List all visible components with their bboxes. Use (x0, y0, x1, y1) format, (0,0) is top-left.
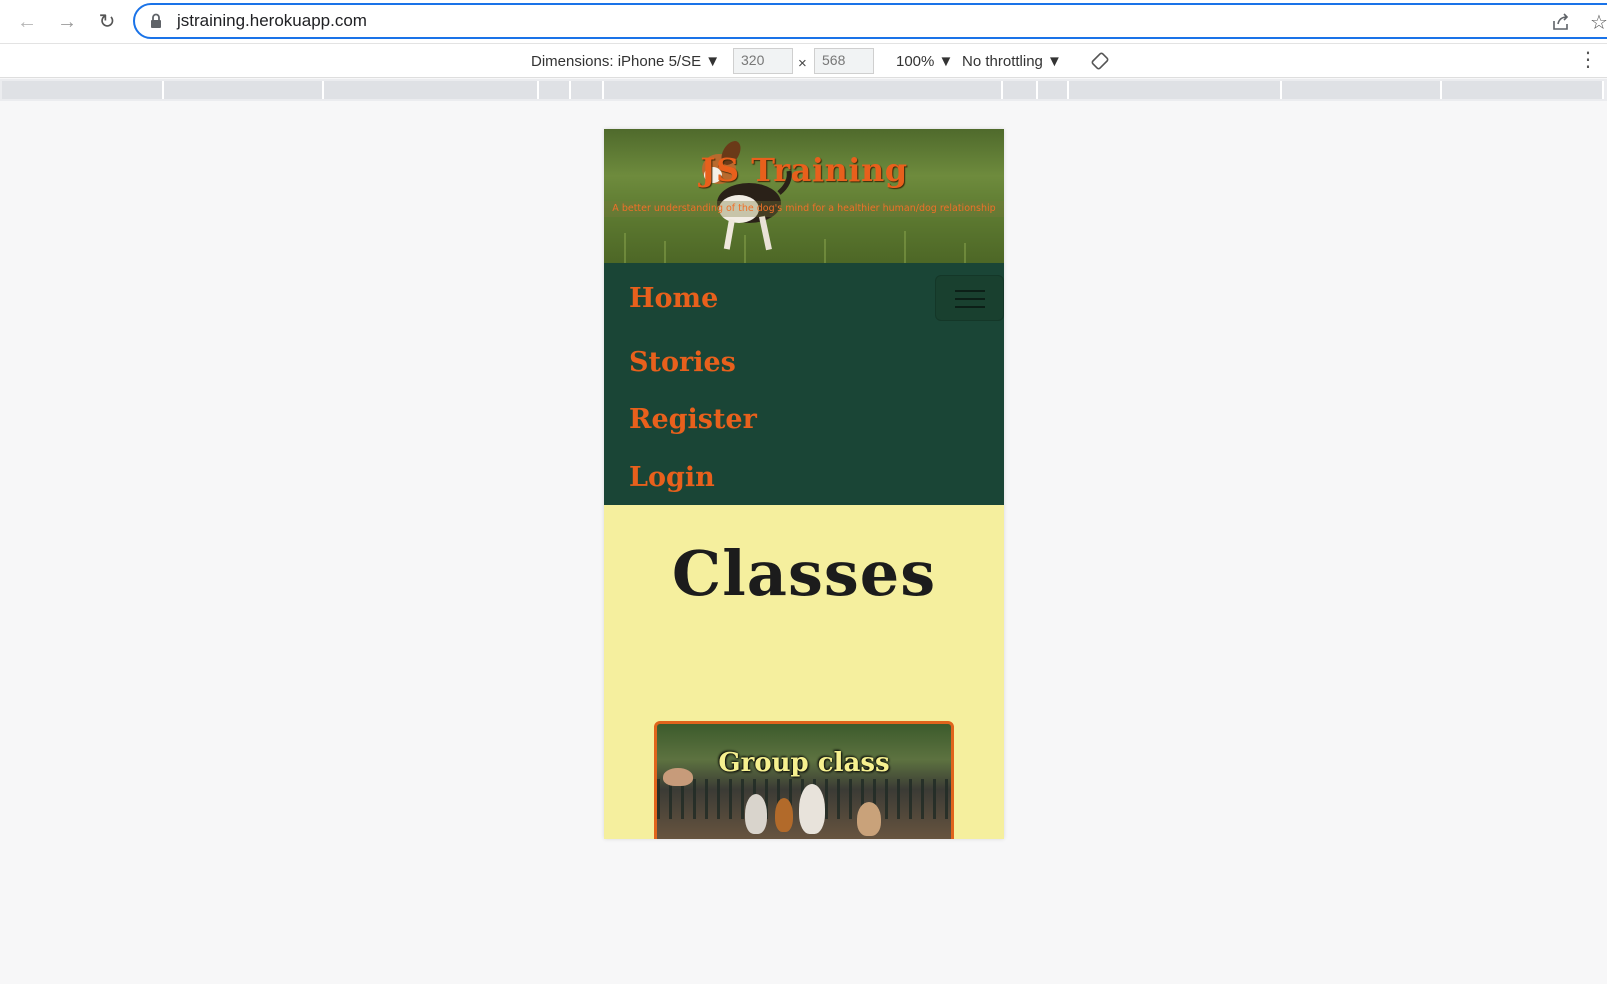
reload-icon[interactable]: ↻ (95, 10, 119, 34)
site-title[interactable]: JS Training (604, 151, 1004, 189)
nav-register[interactable]: Register (629, 404, 757, 435)
zoom-dropdown[interactable]: 100% ▼ (896, 53, 953, 70)
ruler-segment[interactable] (1282, 81, 1442, 99)
url-text[interactable]: jstraining.herokuapp.com (177, 11, 367, 31)
lock-icon (151, 13, 161, 28)
site-tagline: A better understanding of the dog's mind… (612, 203, 996, 214)
ruler-segment[interactable] (1442, 81, 1604, 99)
class-card-group[interactable]: Group class (654, 721, 954, 839)
nav-stories[interactable]: Stories (629, 347, 736, 378)
ruler-segment[interactable] (324, 81, 539, 99)
ruler-segment[interactable] (571, 81, 604, 99)
ruler-segment[interactable] (164, 81, 324, 99)
dog-image (745, 794, 767, 834)
ruler-segment[interactable] (1038, 81, 1069, 99)
width-input[interactable]: 320 (733, 48, 793, 74)
ruler-segment[interactable] (1003, 81, 1038, 99)
nav-home[interactable]: Home (629, 283, 718, 314)
hero-banner: JS Training A better understanding of th… (604, 129, 1004, 263)
times-sign: × (798, 55, 807, 72)
ruler-segment[interactable] (1069, 81, 1282, 99)
forward-arrow-icon[interactable]: → (55, 10, 79, 34)
hamburger-icon[interactable] (935, 275, 1004, 321)
ruler-segment[interactable] (539, 81, 571, 99)
share-icon[interactable] (1551, 12, 1571, 32)
height-input[interactable]: 568 (814, 48, 874, 74)
rotate-icon[interactable] (1090, 51, 1110, 71)
bookmark-star-icon[interactable]: ☆ (1590, 10, 1607, 35)
dimensions-dropdown[interactable]: Dimensions: iPhone 5/SE ▼ (531, 53, 720, 70)
media-query-ruler[interactable] (0, 79, 1607, 101)
more-options-icon[interactable]: ⋮ (1578, 50, 1598, 70)
device-toolbar: Dimensions: iPhone 5/SE ▼ 320 × 568 100%… (0, 44, 1607, 78)
dog-image (775, 798, 793, 832)
ruler-segment[interactable] (2, 81, 164, 99)
ruler-segment[interactable] (604, 81, 1003, 99)
card-title: Group class (718, 748, 890, 778)
navbar: Home Stories Register Login (604, 263, 1004, 505)
throttling-dropdown[interactable]: No throttling ▼ (962, 53, 1062, 70)
nav-login[interactable]: Login (629, 462, 715, 493)
device-viewport: JS Training A better understanding of th… (604, 129, 1004, 839)
dog-image (799, 784, 825, 834)
section-title: Classes (671, 537, 937, 610)
back-arrow-icon[interactable]: ← (15, 10, 39, 34)
browser-toolbar: ← → ↻ jstraining.herokuapp.com ☆ (0, 0, 1607, 44)
dog-image (857, 802, 881, 836)
